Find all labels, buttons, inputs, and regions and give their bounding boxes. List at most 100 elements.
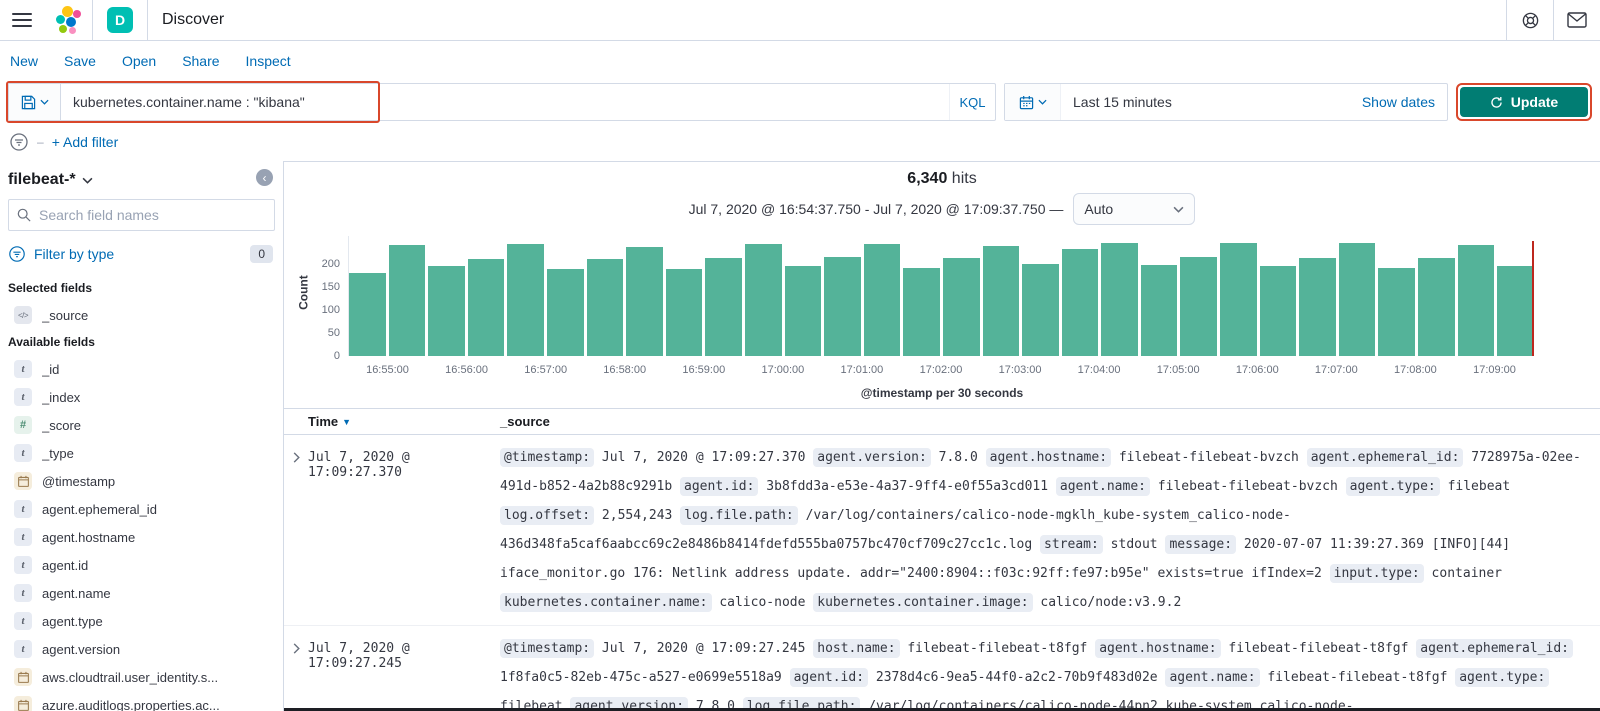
source-field-value: filebeat-filebeat-bvzch	[1111, 450, 1307, 465]
x-tick-label: 16:56:00	[445, 364, 489, 376]
x-tick-label: 17:04:00	[1077, 364, 1121, 376]
histogram-bar[interactable]	[428, 266, 465, 356]
string-field-icon: t	[14, 528, 32, 546]
histogram-bar[interactable]	[507, 244, 544, 356]
field-item[interactable]: azure.auditlogs.properties.ac...	[0, 691, 283, 711]
histogram-bar[interactable]	[1180, 256, 1218, 356]
x-tick-label: 16:59:00	[682, 364, 726, 376]
date-field-icon	[14, 696, 32, 711]
interval-select[interactable]: Auto	[1073, 193, 1196, 225]
kql-language-button[interactable]: KQL	[949, 84, 995, 120]
calendar-button[interactable]	[1005, 84, 1061, 120]
histogram-bar[interactable]	[1220, 242, 1257, 356]
open-link[interactable]: Open	[122, 53, 156, 69]
field-item[interactable]: t agent.ephemeral_id	[0, 495, 283, 523]
histogram-bar[interactable]	[665, 269, 703, 356]
collapse-sidebar-icon[interactable]: ‹	[256, 169, 273, 186]
field-item[interactable]: t agent.name	[0, 579, 283, 607]
update-button[interactable]: Update	[1460, 87, 1588, 117]
histogram-bar[interactable]	[1101, 242, 1138, 356]
source-field-key: agent.hostname:	[1095, 639, 1221, 658]
x-tick-label: 17:03:00	[998, 364, 1042, 376]
time-range-label: Jul 7, 2020 @ 16:54:37.750 - Jul 7, 2020…	[688, 201, 1064, 217]
source-field-key: agent.ephemeral_id:	[1306, 448, 1464, 467]
histogram-bar[interactable]	[546, 269, 584, 356]
histogram-bar[interactable]	[626, 246, 663, 356]
field-item[interactable]: </> _source	[0, 301, 283, 329]
histogram-bar[interactable]	[1299, 258, 1336, 356]
discover-app-badge[interactable]: D	[107, 7, 133, 33]
field-item[interactable]: t agent.hostname	[0, 523, 283, 551]
source-field-key: agent.version:	[813, 448, 931, 467]
histogram-bar[interactable]	[982, 246, 1020, 356]
histogram-bar[interactable]	[1140, 264, 1178, 356]
source-field-value: filebeat-filebeat-bvzch	[1149, 479, 1346, 494]
menu-icon[interactable]	[0, 0, 44, 40]
source-field-key: agent.ephemeral_id:	[1416, 639, 1573, 658]
expand-row-icon[interactable]	[284, 634, 308, 711]
hits-count: 6,340 hits	[907, 170, 977, 187]
histogram-bar[interactable]	[1497, 265, 1534, 356]
field-item[interactable]: # _score	[0, 411, 283, 439]
index-pattern-selector[interactable]: filebeat-*	[0, 167, 283, 199]
field-name: agent.id	[42, 557, 89, 573]
field-item[interactable]: t agent.id	[0, 551, 283, 579]
field-name: _type	[42, 445, 74, 461]
field-name: agent.ephemeral_id	[42, 501, 157, 517]
share-link[interactable]: Share	[182, 53, 219, 69]
discover-toolbar: New Save Open Share Inspect	[0, 41, 1600, 81]
string-field-icon: t	[14, 444, 32, 462]
histogram-bar[interactable]	[349, 272, 386, 356]
source-field-key: message:	[1165, 535, 1237, 554]
histogram-bar[interactable]	[1457, 245, 1495, 356]
histogram-bar[interactable]	[903, 268, 940, 356]
source-field-value: 7.8.0	[930, 450, 986, 465]
show-dates-button[interactable]: Show dates	[1350, 84, 1447, 120]
histogram-bar[interactable]	[1418, 258, 1455, 356]
histogram-bar[interactable]	[1061, 248, 1099, 356]
string-field-icon: t	[14, 612, 32, 630]
save-link[interactable]: Save	[64, 53, 96, 69]
filter-by-type-button[interactable]: Filter by type	[34, 246, 242, 262]
histogram-bar[interactable]	[942, 257, 980, 356]
help-icon[interactable]	[1507, 0, 1553, 40]
histogram-bar[interactable]	[467, 259, 505, 356]
source-field-value: calico-node	[711, 595, 814, 610]
histogram-bar[interactable]	[784, 265, 822, 356]
add-filter-button[interactable]: + Add filter	[52, 134, 119, 150]
field-item[interactable]: t _type	[0, 439, 283, 467]
histogram-bar[interactable]	[863, 243, 901, 356]
x-tick-label: 17:08:00	[1393, 364, 1437, 376]
filter-icon[interactable]	[9, 132, 29, 152]
field-item[interactable]: @timestamp	[0, 467, 283, 495]
field-item[interactable]: t agent.version	[0, 635, 283, 663]
source-field-key: agent.name:	[1055, 477, 1150, 496]
x-tick-label: 17:05:00	[1156, 364, 1200, 376]
histogram-bar[interactable]	[705, 258, 742, 356]
field-item[interactable]: t _id	[0, 355, 283, 383]
source-field-value: 1f8fa0c5-82eb-475c-a527-e0699e5518a9	[500, 670, 790, 685]
histogram-bar[interactable]	[1022, 263, 1059, 356]
field-item[interactable]: aws.cloudtrail.user_identity.s...	[0, 663, 283, 691]
field-item[interactable]: t agent.type	[0, 607, 283, 635]
histogram-bar[interactable]	[1259, 265, 1297, 356]
histogram-bar[interactable]	[744, 243, 782, 356]
available-fields-heading: Available fields	[8, 335, 95, 349]
saved-query-button[interactable]	[9, 84, 61, 120]
time-range-value[interactable]: Last 15 minutes	[1061, 84, 1350, 120]
mail-icon[interactable]	[1554, 0, 1600, 40]
time-column-header[interactable]: Time ▼	[308, 414, 500, 429]
inspect-link[interactable]: Inspect	[246, 53, 291, 69]
histogram-bar[interactable]	[1338, 242, 1376, 356]
field-search-input[interactable]	[39, 207, 266, 223]
new-link[interactable]: New	[10, 53, 38, 69]
histogram-bar[interactable]	[824, 256, 861, 356]
histogram-bar[interactable]	[1378, 268, 1416, 356]
search-input[interactable]: kubernetes.container.name : "kibana"	[61, 84, 949, 120]
field-name: _score	[42, 417, 82, 433]
histogram-bar[interactable]	[586, 259, 624, 356]
search-input-group: kubernetes.container.name : "kibana" KQL	[6, 81, 996, 123]
expand-row-icon[interactable]	[284, 443, 308, 617]
field-item[interactable]: t _index	[0, 383, 283, 411]
histogram-bar[interactable]	[388, 245, 426, 356]
